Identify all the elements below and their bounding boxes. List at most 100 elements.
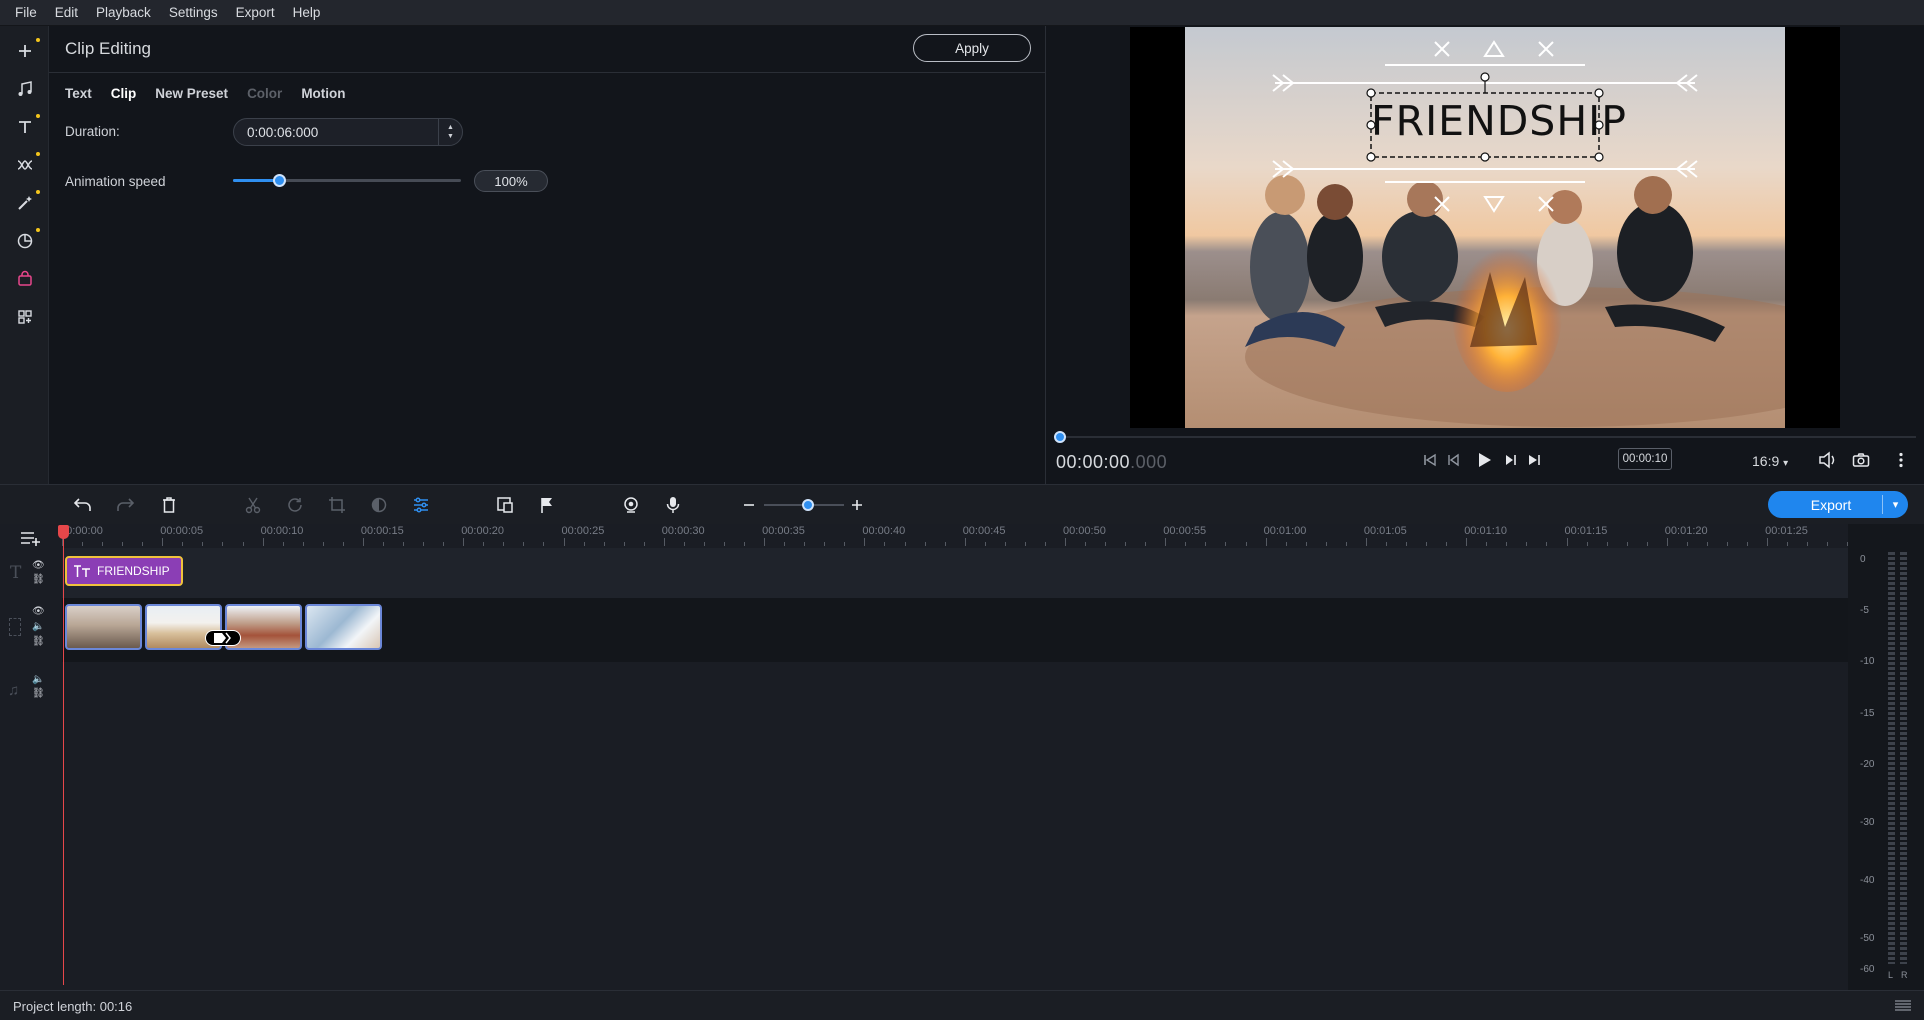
zoom-slider-thumb[interactable] [802,499,814,511]
undo-button[interactable] [72,494,94,516]
clip-timecode[interactable]: 00:00:10 [1618,448,1672,470]
redo-button[interactable] [114,494,136,516]
menu-help[interactable]: Help [284,0,330,26]
tab-new-preset[interactable]: New Preset [155,86,228,101]
timeline-ruler[interactable]: 00:00:00 00:00:05 00:00:10 00:00:15 00:00:20… [60,524,1849,548]
ruler-tick [1185,542,1187,546]
grid-plus-icon [18,310,32,324]
ruler-tick [242,542,244,546]
picture-in-picture-button[interactable] [494,494,516,516]
undo-icon [73,498,91,511]
ruler-tick [1606,542,1608,546]
apply-button[interactable]: Apply [913,34,1031,62]
tab-clip[interactable]: Clip [111,86,137,101]
tab-motion[interactable]: Motion [301,86,345,101]
seek-thumb[interactable] [1054,431,1066,443]
crop-button[interactable] [326,494,348,516]
unlink-icon[interactable]: ⛓ [32,636,45,647]
stepper-up-icon[interactable]: ▲ [447,123,454,132]
title-track[interactable]: FRIENDSHIP [62,548,1848,598]
meter-left-channel [1888,552,1895,964]
color-adjust-button[interactable] [368,494,390,516]
add-files-button[interactable] [10,36,40,66]
music-button[interactable] [10,74,40,104]
aspect-ratio-select[interactable]: 16:9 ▾ [1752,453,1788,469]
overlay-title-text[interactable]: FRIENDSHIP [1371,97,1626,145]
duration-input[interactable]: 0:00:06:000 ▲ ▼ [233,118,463,146]
meter-toggle-button[interactable] [1894,999,1912,1016]
store-button[interactable] [10,264,40,294]
microphone-icon [666,497,680,513]
menu-file[interactable]: File [6,0,46,26]
next-frame-button[interactable] [1502,452,1518,471]
timeline: 00:00:00 00:00:05 00:00:10 00:00:15 00:00:20… [0,524,1924,990]
slider-thumb[interactable] [272,174,286,187]
duration-stepper[interactable]: ▲ ▼ [438,119,462,145]
volume-button[interactable] [1818,451,1838,472]
ruler-tick [1305,542,1307,546]
ruler-tick [804,542,806,546]
more-tools-button[interactable] [10,302,40,332]
unlink-icon[interactable]: ⛓ [32,688,45,699]
preview-more-button[interactable] [1898,452,1904,471]
transition-marker[interactable] [205,630,241,646]
animation-speed-value[interactable]: 100% [474,170,548,192]
ruler-tick [443,542,445,546]
play-button[interactable] [1474,450,1494,473]
ruler-tick [1105,542,1107,546]
ruler-tick [1345,542,1347,546]
add-track-button[interactable] [20,530,42,549]
record-audio-button[interactable] [662,494,684,516]
speaker-icon[interactable]: 🔈 [32,674,44,685]
ruler-tick [1446,542,1448,546]
title-clip[interactable]: FRIENDSHIP [65,556,183,586]
stickers-button[interactable] [10,226,40,256]
webcam-button[interactable] [620,494,642,516]
menu-playback[interactable]: Playback [87,0,160,26]
split-button[interactable] [242,494,264,516]
ruler-tick [162,538,164,546]
zoom-out-button[interactable] [738,494,760,516]
eye-icon[interactable]: 👁 [32,606,45,617]
playhead[interactable] [63,533,64,985]
eye-icon[interactable]: 👁 [32,560,45,571]
go-to-start-button[interactable] [1422,452,1438,471]
rotate-button[interactable] [284,494,306,516]
export-button[interactable]: Export ▾ [1768,491,1908,518]
menu-edit[interactable]: Edit [46,0,87,26]
transitions-button[interactable] [10,150,40,180]
video-track[interactable] [62,598,1848,662]
go-to-end-button[interactable] [1526,452,1542,471]
audio-track[interactable] [62,662,1848,990]
stepper-down-icon[interactable]: ▼ [447,132,454,141]
ruler-tick [1546,542,1548,546]
snapshot-button[interactable] [1852,452,1870,471]
filters-button[interactable] [10,188,40,218]
preview-seekbar[interactable] [1054,431,1916,443]
export-dropdown-icon[interactable]: ▾ [1883,498,1908,511]
ruler-tick [723,542,725,546]
timeline-zoom-slider[interactable] [764,499,844,511]
speaker-icon[interactable]: 🔈 [32,621,44,632]
add-marker-button[interactable] [536,494,558,516]
clip-properties-button[interactable] [410,494,432,516]
ruler-tick [102,542,104,546]
db-label: -50 [1860,933,1875,944]
animation-speed-slider[interactable] [233,174,461,187]
delete-button[interactable] [158,494,180,516]
titles-button[interactable] [10,112,40,142]
video-clip[interactable] [65,604,142,650]
unlink-icon[interactable]: ⛓ [32,574,45,585]
video-clip[interactable] [305,604,382,650]
video-preview[interactable]: FRIENDSHIP [1130,27,1840,428]
tab-text[interactable]: Text [65,86,92,101]
db-label: -60 [1860,964,1875,975]
menu-export[interactable]: Export [227,0,284,26]
zoom-in-button[interactable] [846,494,868,516]
previous-frame-button[interactable] [1446,452,1462,471]
menu-settings[interactable]: Settings [160,0,227,26]
trash-icon [163,497,175,513]
preview-panel: FRIENDSHIP 00:00:00.000 00:00:10 16:9 ▾ [1045,26,1924,484]
timecode-ms: .000 [1130,452,1168,472]
timeline-toolbar: Export ▾ [0,484,1924,524]
